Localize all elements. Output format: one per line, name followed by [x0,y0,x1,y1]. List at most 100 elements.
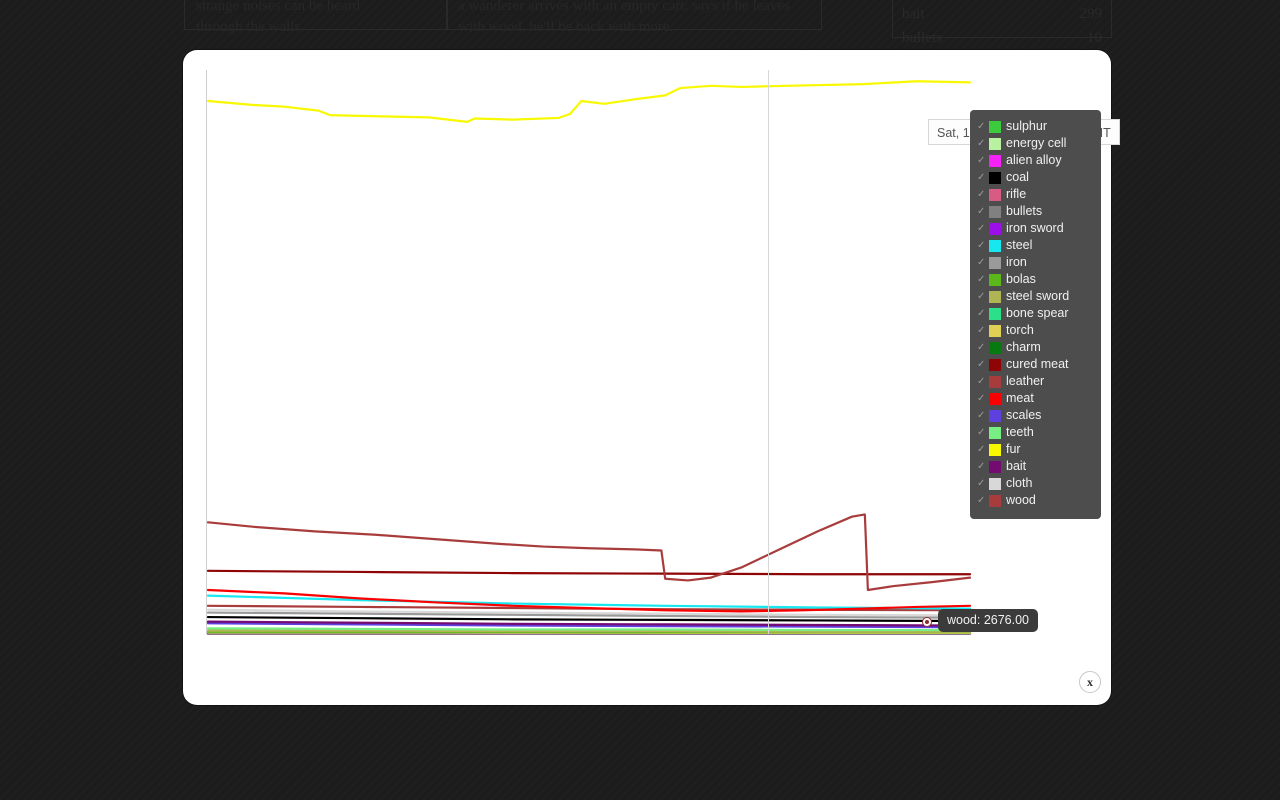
legend-item-cloth[interactable]: ✓ cloth [970,475,1101,492]
legend-item-coal[interactable]: ✓ coal [970,169,1101,186]
legend-item-steel[interactable]: ✓ steel [970,237,1101,254]
legend-color-swatch [989,155,1001,167]
close-button[interactable]: x [1079,671,1101,693]
legend-item-label: bullets [1006,203,1042,220]
legend-item-bolas[interactable]: ✓ bolas [970,271,1101,288]
legend-item-iron[interactable]: ✓iron [970,254,1101,271]
background-store-row: bullets 10 [902,30,1102,47]
legend-item-label: leather [1006,373,1044,390]
legend-check-icon: ✓ [977,152,988,169]
legend-color-swatch [989,223,1001,235]
background-notification-text: strange noises can be heard through the … [196,0,421,38]
chart-series-wood [208,514,970,590]
chart-plot-area[interactable] [206,70,1086,640]
legend-color-swatch [989,291,1001,303]
legend-check-icon: ✓ [977,458,988,475]
legend-item-steel-sword[interactable]: ✓ steel sword [970,288,1101,305]
legend-check-icon: ✓ [977,356,988,373]
legend-color-swatch [989,121,1001,133]
legend-color-swatch [989,461,1001,473]
legend-check-icon: ✓ [977,407,988,424]
chart-legend[interactable]: ✓sulphur✓energy cell✓alien alloy✓coal✓ri… [970,110,1101,519]
legend-check-icon: ✓ [977,186,988,203]
legend-item-leather[interactable]: ✓leather [970,373,1101,390]
legend-item-label: wood [1006,492,1036,509]
legend-check-icon: ✓ [977,441,988,458]
legend-item-bone-spear[interactable]: ✓ bone spear [970,305,1101,322]
legend-color-swatch [989,495,1001,507]
legend-item-label: bolas [1006,271,1036,288]
legend-check-icon: ✓ [977,237,988,254]
legend-check-icon: ✓ [977,220,988,237]
background-stores-title: stores [902,0,935,2]
legend-item-bait[interactable]: ✓ bait [970,458,1101,475]
chart-lines-svg [206,70,1086,640]
legend-item-label: cured meat [1006,356,1069,373]
legend-item-label: cloth [1006,475,1032,492]
legend-color-swatch [989,274,1001,286]
background-store-row: bait 299 [902,6,1102,23]
legend-color-swatch [989,359,1001,371]
legend-item-label: scales [1006,407,1041,424]
legend-item-iron-sword[interactable]: ✓iron sword [970,220,1101,237]
legend-color-swatch [989,444,1001,456]
store-value: 10 [1087,30,1102,47]
legend-color-swatch [989,138,1001,150]
legend-item-scales[interactable]: ✓ scales [970,407,1101,424]
legend-item-label: steel sword [1006,288,1069,305]
legend-item-bullets[interactable]: ✓bullets [970,203,1101,220]
legend-item-torch[interactable]: ✓torch [970,322,1101,339]
legend-color-swatch [989,308,1001,320]
legend-color-swatch [989,172,1001,184]
legend-check-icon: ✓ [977,339,988,356]
chart-dialog: Sat, 13 Jul 2013 18:27:45 GMT wood: 2676… [183,50,1111,705]
legend-color-swatch [989,189,1001,201]
legend-color-swatch [989,240,1001,252]
legend-check-icon: ✓ [977,305,988,322]
legend-check-icon: ✓ [977,288,988,305]
store-value: 299 [1080,6,1103,23]
legend-item-label: coal [1006,169,1029,186]
legend-check-icon: ✓ [977,390,988,407]
legend-item-label: charm [1006,339,1041,356]
legend-check-icon: ✓ [977,475,988,492]
legend-check-icon: ✓ [977,492,988,509]
legend-item-cured-meat[interactable]: ✓ cured meat [970,356,1101,373]
legend-check-icon: ✓ [977,254,988,271]
store-name: bullets [902,30,942,47]
legend-item-wood[interactable]: ✓ wood [970,492,1101,509]
legend-item-label: fur [1006,441,1021,458]
legend-check-icon: ✓ [977,424,988,441]
chart-series-meat [208,590,970,611]
legend-color-swatch [989,410,1001,422]
legend-check-icon: ✓ [977,271,988,288]
legend-item-label: sulphur [1006,118,1047,135]
legend-color-swatch [989,393,1001,405]
legend-item-label: steel [1006,237,1032,254]
chart-hover-point-marker [923,618,931,626]
chart-crosshair-line [768,70,769,634]
chart-series-fur [208,81,970,122]
legend-item-label: meat [1006,390,1034,407]
legend-item-teeth[interactable]: ✓teeth [970,424,1101,441]
chart-value-tooltip: wood: 2676.00 [938,609,1038,632]
legend-item-rifle[interactable]: ✓rifle [970,186,1101,203]
legend-item-label: bait [1006,458,1026,475]
legend-check-icon: ✓ [977,322,988,339]
store-name: bait [902,6,925,23]
legend-color-swatch [989,478,1001,490]
chart-series-cured-meat [208,571,970,574]
legend-item-charm[interactable]: ✓ charm [970,339,1101,356]
background-event-text: a wanderer arrives with an empty cart. s… [458,0,808,38]
legend-item-label: bone spear [1006,305,1069,322]
legend-check-icon: ✓ [977,135,988,152]
legend-color-swatch [989,257,1001,269]
legend-item-energy-cell[interactable]: ✓energy cell [970,135,1101,152]
legend-item-sulphur[interactable]: ✓sulphur [970,118,1101,135]
legend-check-icon: ✓ [977,169,988,186]
chart-series-teeth [208,628,970,630]
legend-color-swatch [989,206,1001,218]
legend-item-meat[interactable]: ✓ meat [970,390,1101,407]
legend-item-alien-alloy[interactable]: ✓alien alloy [970,152,1101,169]
legend-item-fur[interactable]: ✓ fur [970,441,1101,458]
